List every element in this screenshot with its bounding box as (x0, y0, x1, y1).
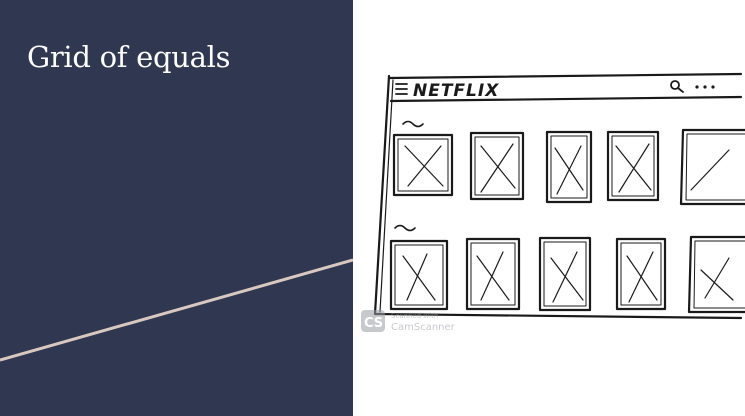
tile-placeholder (392, 133, 454, 197)
title-panel: Grid of equals (0, 0, 353, 416)
tile-placeholder (545, 130, 593, 204)
row-2-tiles (389, 235, 745, 314)
row-title-squiggle-2 (394, 224, 416, 232)
camscanner-watermark: CS Scanned with CamScanner (361, 310, 456, 333)
tile-placeholder (606, 130, 660, 202)
watermark-label: CamScanner (391, 322, 456, 333)
row-1-tiles (392, 128, 745, 206)
slide: Grid of equals NETFLIX CS Scanned with C… (0, 0, 745, 416)
camscanner-logo-text: CS (364, 316, 383, 331)
tile-placeholder (469, 131, 525, 201)
watermark-scanned-text: Scanned with (391, 312, 438, 320)
search-icon (670, 80, 684, 93)
tile-placeholder (465, 237, 521, 311)
accent-line (0, 258, 353, 362)
row-title-squiggle-1 (402, 120, 424, 128)
tile-placeholder (389, 239, 449, 311)
netflix-wireframe-sketch: NETFLIX CS Scanned with CamScanner (361, 72, 745, 333)
app-name-label: NETFLIX (413, 81, 499, 101)
diagonal-accent-line (0, 258, 353, 362)
hamburger-icon (395, 83, 408, 95)
more-dots-icon (695, 85, 715, 89)
tile-placeholder (679, 128, 745, 206)
tile-placeholder (538, 236, 592, 312)
tile-placeholder (687, 235, 745, 314)
tile-placeholder (615, 237, 667, 311)
sketch-panel: NETFLIX CS Scanned with CamScanner (353, 0, 745, 416)
